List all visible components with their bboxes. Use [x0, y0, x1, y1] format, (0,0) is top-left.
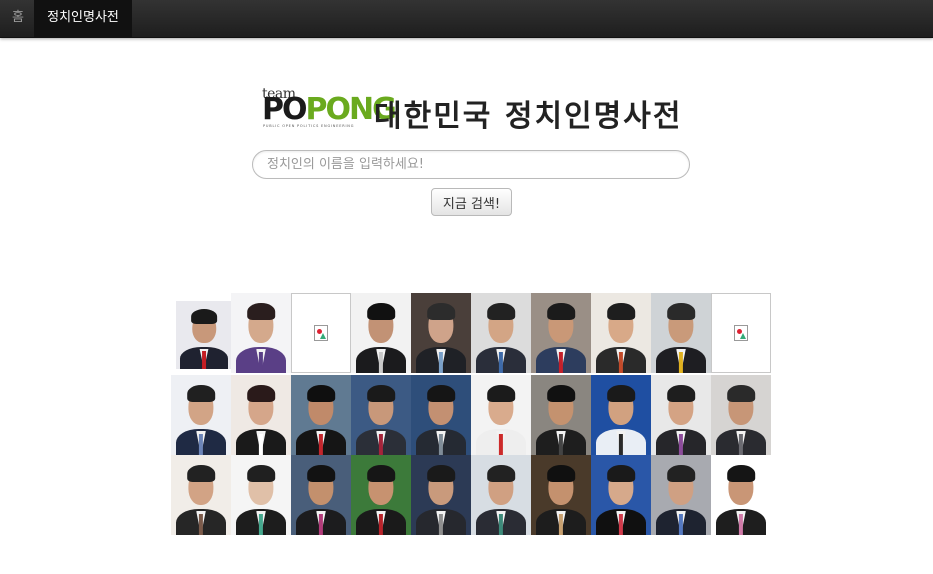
portrait-tie [198, 514, 204, 535]
politician-photo[interactable] [531, 293, 591, 373]
portrait-tie [438, 352, 444, 373]
politician-photo[interactable] [471, 455, 531, 535]
portrait-hair [487, 384, 515, 403]
politician-photo[interactable] [291, 375, 351, 455]
portrait-tie [738, 434, 744, 455]
portrait-tie [498, 514, 504, 535]
portrait-tie [258, 434, 264, 455]
search-button[interactable]: 지금 검색! [431, 188, 512, 216]
portrait-tie [618, 352, 624, 373]
portrait-hair [547, 464, 575, 483]
portrait-hair [187, 464, 215, 483]
portrait-tie [438, 514, 444, 535]
portrait-tie [618, 434, 624, 455]
portrait-hair [247, 464, 275, 483]
portrait-hair [307, 464, 335, 483]
politician-photo[interactable] [411, 375, 471, 455]
portrait-hair [607, 384, 635, 403]
portrait-hair [367, 302, 395, 321]
politician-photo[interactable] [591, 375, 651, 455]
portrait-tie [438, 434, 444, 455]
portrait-hair [307, 384, 335, 403]
portrait-tie [678, 514, 684, 535]
broken-image[interactable] [711, 293, 771, 373]
politician-photo[interactable] [471, 375, 531, 455]
politician-photo[interactable] [171, 455, 231, 535]
politician-photo[interactable] [651, 293, 711, 373]
politician-photo[interactable] [411, 293, 471, 373]
portrait-tie [198, 434, 204, 455]
politician-photo[interactable] [591, 455, 651, 535]
portrait-hair [547, 302, 575, 321]
portrait-hair [191, 309, 217, 325]
portrait-tie [678, 352, 684, 373]
portrait-tie [558, 514, 564, 535]
portrait-hair [247, 302, 275, 321]
politician-photo[interactable] [351, 455, 411, 535]
portrait-tie [202, 351, 206, 369]
politician-search-input[interactable] [252, 150, 690, 179]
portrait-hair [727, 384, 755, 403]
brand-header: team POPONG PUBLIC OPEN POLITICS ENGINEE… [262, 86, 702, 134]
portrait-hair [187, 384, 215, 403]
portrait-tie [258, 352, 264, 373]
portrait-tie [378, 434, 384, 455]
portrait-hair [667, 464, 695, 483]
portrait-tie [558, 352, 564, 373]
portrait-hair [667, 302, 695, 321]
portrait-tie [498, 434, 504, 455]
portrait-hair [607, 464, 635, 483]
politician-photo-grid [171, 293, 771, 535]
politician-photo[interactable] [411, 455, 471, 535]
politician-photo[interactable] [651, 375, 711, 455]
portrait-hair [607, 302, 635, 321]
portrait-tie [618, 514, 624, 535]
politician-photo[interactable] [531, 375, 591, 455]
portrait-tie [678, 434, 684, 455]
politician-photo[interactable] [651, 455, 711, 535]
top-navbar: 홈 정치인명사전 [0, 0, 933, 38]
politician-photo[interactable] [231, 375, 291, 455]
broken-image-icon [734, 325, 748, 341]
portrait-tie [378, 352, 384, 373]
politician-photo[interactable] [176, 301, 232, 369]
portrait-hair [247, 384, 275, 403]
politician-photo[interactable] [471, 293, 531, 373]
portrait-tie [258, 514, 264, 535]
nav-politician-dictionary-link[interactable]: 정치인명사전 [34, 0, 132, 38]
logo-po: PO [262, 92, 307, 127]
portrait-hair [487, 464, 515, 483]
portrait-tie [558, 434, 564, 455]
portrait-tie [378, 514, 384, 535]
portrait-hair [667, 384, 695, 403]
politician-photo[interactable] [531, 455, 591, 535]
portrait-hair [727, 464, 755, 483]
politician-photo[interactable] [591, 293, 651, 373]
page-title: 대한민국 정치인명사전 [374, 99, 683, 134]
logo-tagline: PUBLIC OPEN POLITICS ENGINEERING [263, 124, 355, 128]
portrait-tie [318, 434, 324, 455]
nav-home-link[interactable]: 홈 [2, 0, 34, 38]
politician-photo[interactable] [171, 375, 231, 455]
politician-photo[interactable] [711, 375, 771, 455]
politician-photo[interactable] [351, 293, 411, 373]
portrait-hair [487, 302, 515, 321]
portrait-hair [547, 384, 575, 403]
portrait-hair [427, 302, 455, 321]
politician-photo[interactable] [231, 293, 291, 373]
politician-photo[interactable] [291, 455, 351, 535]
politician-photo[interactable] [231, 455, 291, 535]
portrait-hair [427, 464, 455, 483]
politician-photo[interactable] [351, 375, 411, 455]
portrait-hair [367, 464, 395, 483]
portrait-tie [318, 514, 324, 535]
portrait-hair [427, 384, 455, 403]
portrait-hair [367, 384, 395, 403]
politician-photo[interactable] [711, 455, 771, 535]
broken-image[interactable] [291, 293, 351, 373]
portrait-tie [738, 514, 744, 535]
portrait-tie [498, 352, 504, 373]
broken-image-icon [314, 325, 328, 341]
